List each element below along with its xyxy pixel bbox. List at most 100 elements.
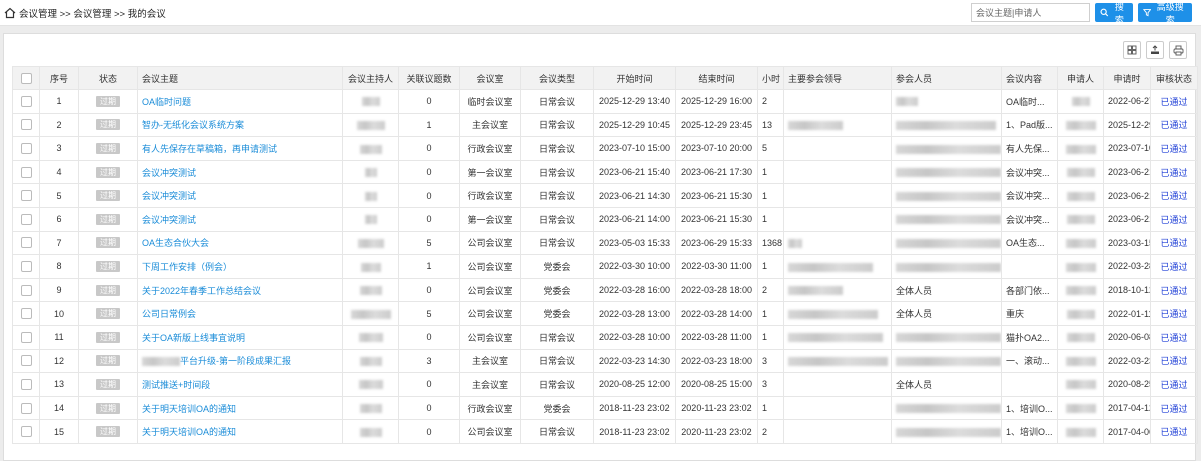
row-checkbox[interactable] <box>20 213 32 225</box>
row-checkbox[interactable] <box>20 284 32 296</box>
search-button[interactable]: 搜索 <box>1095 2 1133 25</box>
home-icon[interactable] <box>4 7 16 19</box>
leaders-cell <box>783 349 892 374</box>
meeting-topic-link[interactable]: 测试推送+时间段 <box>142 380 210 390</box>
table-row[interactable]: 3 过期 有人先保存在草稿箱，再申请测试 0 行政会议室 日常会议 2023-07-10 1… <box>12 136 1198 161</box>
meeting-topic-link[interactable]: 智办-无纸化会议系统方案 <box>142 120 244 130</box>
audit-status-link[interactable]: 已通过 <box>1160 309 1187 319</box>
hours: 3 <box>757 372 784 397</box>
audit-status-cell: 已通过 <box>1150 231 1198 256</box>
audit-status-link[interactable]: 已通过 <box>1160 215 1187 225</box>
audit-status-link[interactable]: 已通过 <box>1160 404 1187 414</box>
apply-time: 2022-03-28 <box>1103 254 1151 279</box>
meeting-topic-cell: 公司日常例会 <box>137 301 343 326</box>
table-row[interactable]: 6 过期 会议冲突测试 0 第一会议室 日常会议 2023-06-21 14:00 2023-… <box>12 207 1198 232</box>
applicant-cell <box>1057 372 1104 397</box>
row-checkbox[interactable] <box>20 308 32 320</box>
leaders-cell <box>783 254 892 279</box>
meeting-topic-cell: 关于OA新版上线事宜说明 <box>137 325 343 350</box>
hours: 3 <box>757 349 784 374</box>
audit-status-link[interactable]: 已通过 <box>1160 333 1187 343</box>
table-row[interactable]: 8 过期 下周工作安排（例会） 1 公司会议室 党委会 2022-03-30 10:00 20… <box>12 254 1198 279</box>
audit-status-link[interactable]: 已通过 <box>1160 144 1187 154</box>
row-checkbox[interactable] <box>20 402 32 414</box>
table-row[interactable]: 11 过期 关于OA新版上线事宜说明 0 公司会议室 日常会议 2022-03-28 10:… <box>12 325 1198 350</box>
meeting-topic-link[interactable]: 公司日常例会 <box>142 309 196 319</box>
meeting-topic-link[interactable]: 关于OA新版上线事宜说明 <box>142 333 245 343</box>
audit-status-link[interactable]: 已通过 <box>1160 238 1187 248</box>
attendees-cell <box>891 325 1002 350</box>
row-checkbox[interactable] <box>20 95 32 107</box>
redacted-text <box>360 262 381 272</box>
row-number: 3 <box>39 136 79 161</box>
attendees-cell <box>891 231 1002 256</box>
host-cell <box>342 419 399 444</box>
apply-time: 2020-06-08 <box>1103 325 1151 350</box>
table-row[interactable]: 9 过期 关于2022年春季工作总结会议 0 公司会议室 党委会 2022-03-28 16… <box>12 278 1198 303</box>
checkbox[interactable] <box>20 72 32 84</box>
meeting-room: 行政会议室 <box>459 396 521 421</box>
meeting-topic-link[interactable]: 会议冲突测试 <box>142 168 196 178</box>
row-checkbox[interactable] <box>20 261 32 273</box>
expired-badge: 过期 <box>96 260 120 272</box>
audit-status-link[interactable]: 已通过 <box>1160 356 1187 366</box>
redacted-text <box>896 97 918 107</box>
redacted-text <box>1066 215 1095 225</box>
column-header: 关联议题数 <box>398 66 460 90</box>
start-time: 2023-05-03 15:33 <box>593 231 676 256</box>
row-checkbox[interactable] <box>20 378 32 390</box>
breadcrumb-text[interactable]: 会议管理 >> 会议管理 >> 我的会议 <box>19 6 166 20</box>
audit-status-link[interactable]: 已通过 <box>1160 380 1187 390</box>
row-checkbox[interactable] <box>20 426 32 438</box>
search-input[interactable] <box>971 3 1090 22</box>
meeting-topic-cell: 会议冲突测试 <box>137 207 343 232</box>
row-number: 9 <box>39 278 79 303</box>
meeting-topic-link[interactable]: OA临时问题 <box>142 97 191 107</box>
row-checkbox[interactable] <box>20 331 32 343</box>
grid-view-button[interactable] <box>1123 41 1141 59</box>
row-checkbox[interactable] <box>20 355 32 367</box>
audit-status-link[interactable]: 已通过 <box>1160 286 1187 296</box>
meeting-topic-link[interactable]: 下周工作安排（例会） <box>142 262 232 272</box>
table-row[interactable]: 7 过期 OA生态合伙大会 5 公司会议室 日常会议 2023-05-03 15:33 202… <box>12 231 1198 256</box>
row-checkbox[interactable] <box>20 119 32 131</box>
audit-status-cell: 已通过 <box>1150 419 1198 444</box>
meeting-topic-link[interactable]: 关于2022年春季工作总结会议 <box>142 286 261 296</box>
meeting-topic-link[interactable]: OA生态合伙大会 <box>142 238 209 248</box>
audit-status-link[interactable]: 已通过 <box>1160 168 1187 178</box>
audit-status-link[interactable]: 已通过 <box>1160 120 1187 130</box>
advanced-search-button[interactable]: 高级搜索 <box>1138 2 1192 25</box>
row-checkbox[interactable] <box>20 166 32 178</box>
meeting-topic-link[interactable]: 关于明天培训OA的通知 <box>142 404 236 414</box>
meeting-topic-link[interactable]: 平台升级-第一阶段成果汇报 <box>180 356 291 366</box>
audit-status-link[interactable]: 已通过 <box>1160 262 1187 272</box>
issue-count: 1 <box>398 254 460 279</box>
table-row[interactable]: 12 过期 平台升级-第一阶段成果汇报 3 主会议室 日常会议 2022-03-23 14:… <box>12 349 1198 374</box>
meeting-topic-link[interactable]: 会议冲突测试 <box>142 215 196 225</box>
table-row[interactable]: 2 过期 智办-无纸化会议系统方案 1 主会议室 日常会议 2025-12-29 10:45… <box>12 113 1198 138</box>
issue-count: 0 <box>398 396 460 421</box>
meeting-topic-link[interactable]: 关于明天培训OA的通知 <box>142 427 236 437</box>
row-checkbox[interactable] <box>20 143 32 155</box>
table-row[interactable]: 13 过期 测试推送+时间段 0 主会议室 日常会议 2020-08-25 12:00 202… <box>12 372 1198 397</box>
expired-badge: 过期 <box>96 142 120 154</box>
meeting-topic-link[interactable]: 会议冲突测试 <box>142 191 196 201</box>
table-row[interactable]: 15 过期 关于明天培训OA的通知 0 公司会议室 日常会议 2018-11-23 23:0… <box>12 419 1198 444</box>
table-row[interactable]: 5 过期 会议冲突测试 0 行政会议室 日常会议 2023-06-21 14:30 2023-… <box>12 183 1198 208</box>
audit-status-link[interactable]: 已通过 <box>1160 97 1187 107</box>
export-button[interactable] <box>1146 41 1164 59</box>
select-all-checkbox[interactable] <box>12 66 40 90</box>
table-row[interactable]: 14 过期 关于明天培训OA的通知 0 行政会议室 党委会 2018-11-23 23:02… <box>12 396 1198 421</box>
issue-count: 5 <box>398 301 460 326</box>
row-checkbox[interactable] <box>20 190 32 202</box>
table-row[interactable]: 1 过期 OA临时问题 0 临时会议室 日常会议 2025-12-29 13:40 2025-… <box>12 89 1198 114</box>
meeting-topic-link[interactable]: 有人先保存在草稿箱，再申请测试 <box>142 144 277 154</box>
row-checkbox[interactable] <box>20 237 32 249</box>
table-row[interactable]: 10 过期 公司日常例会 5 公司会议室 党委会 2022-03-28 13:00 2022-… <box>12 301 1198 326</box>
table-row[interactable]: 4 过期 会议冲突测试 0 第一会议室 日常会议 2023-06-21 15:40 2023-… <box>12 160 1198 185</box>
audit-status-link[interactable]: 已通过 <box>1160 191 1187 201</box>
print-button[interactable] <box>1169 41 1187 59</box>
expired-badge: 过期 <box>96 190 120 202</box>
audit-status-link[interactable]: 已通过 <box>1160 427 1187 437</box>
issue-count: 0 <box>398 183 460 208</box>
